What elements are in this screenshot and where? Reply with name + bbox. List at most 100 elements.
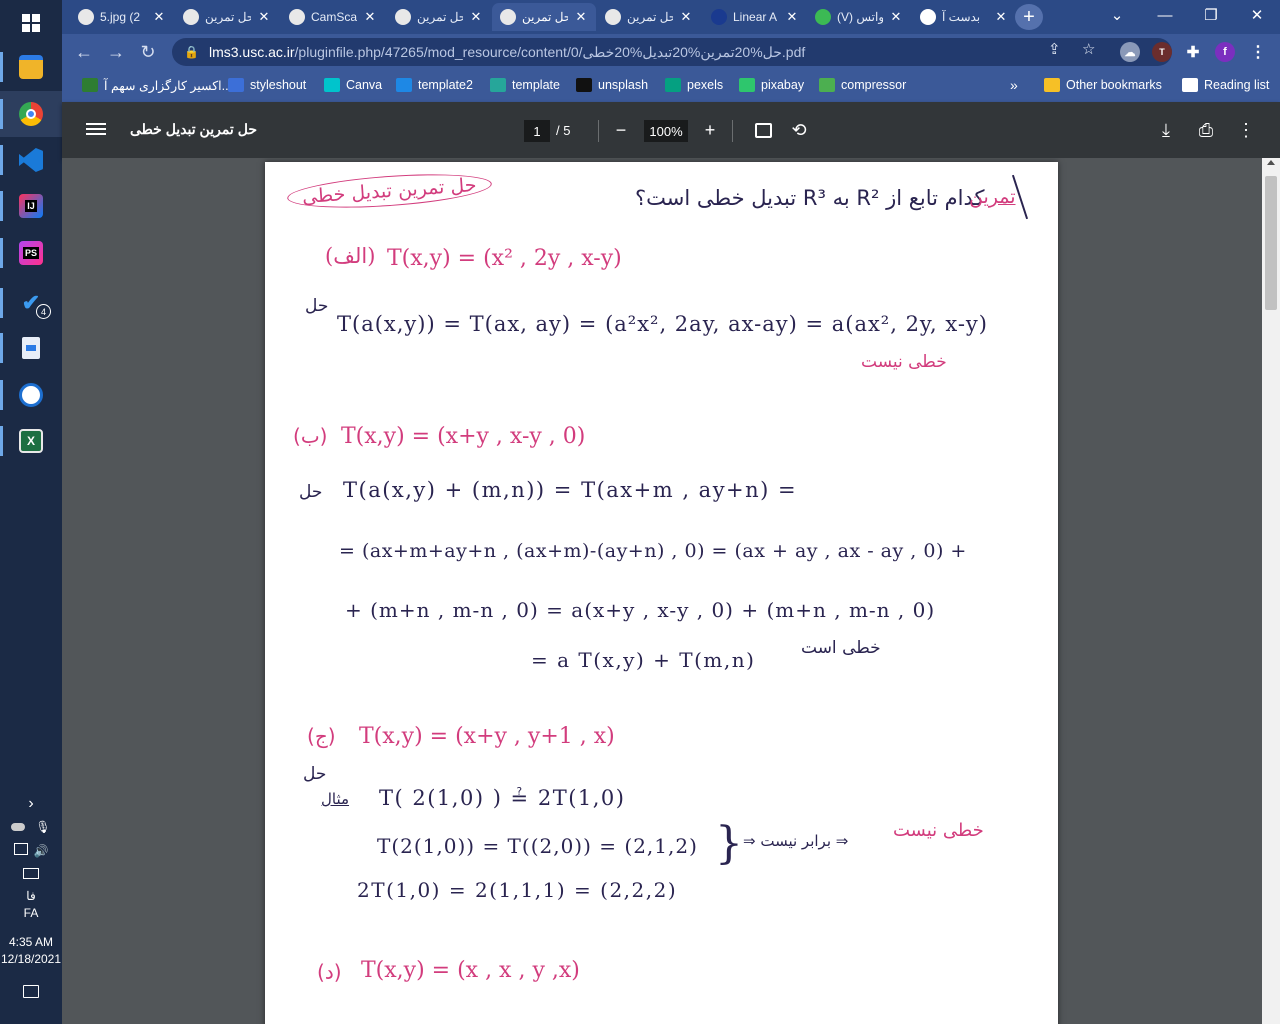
restore-button[interactable]: ❐ (1188, 0, 1234, 30)
tab-title: (V) واتس (837, 10, 883, 24)
browser-tab[interactable]: حل تمرین ✕ (175, 3, 279, 31)
bookmark-favicon-icon (490, 78, 506, 92)
part-c-function: T(x,y) = (x+y , y+1 , x) (359, 724, 615, 749)
chevron-up-icon[interactable]: › (0, 795, 62, 813)
intellij-button[interactable]: IJ (0, 183, 62, 229)
zoom-input[interactable]: 100% (644, 120, 688, 142)
onedrive-icon[interactable] (11, 823, 26, 831)
extensions-puzzle-icon[interactable]: ✚ (1183, 42, 1203, 62)
file-explorer-button[interactable] (0, 44, 62, 90)
tab-close-icon[interactable]: ✕ (469, 9, 483, 25)
tab-favicon-icon (500, 9, 516, 25)
screen-icon[interactable] (13, 843, 28, 855)
clock-time[interactable]: 4:35 AM (0, 935, 62, 949)
minimize-button[interactable]: — (1142, 0, 1188, 30)
bookmark-item[interactable]: Other bookmarks (1044, 76, 1162, 94)
tab-close-icon[interactable]: ✕ (994, 9, 1008, 25)
vscode-button[interactable] (0, 137, 62, 183)
print-icon[interactable]: ⎙ (1194, 118, 1218, 142)
network-icon[interactable] (0, 868, 62, 882)
browser-tab[interactable]: 5.jpg (2 ✕ (70, 3, 174, 31)
extension-cloud-icon[interactable]: ☁ (1120, 42, 1140, 62)
page-number-input[interactable]: 1 (524, 120, 550, 142)
part-d-function: T(x,y) = (x , x , y ,x) (361, 958, 580, 983)
reload-button[interactable]: ↻ (134, 38, 162, 66)
rotate-icon[interactable]: ⟲ (787, 118, 811, 142)
address-bar[interactable]: 🔒 lms3.usc.ac.ir/pluginfile.php/47265/mo… (172, 38, 1172, 66)
bookmark-item[interactable]: Reading list (1182, 76, 1269, 94)
bookmarks-overflow-icon[interactable]: » (1010, 76, 1018, 94)
extension-translate-icon[interactable]: T (1152, 42, 1172, 62)
pdf-toolbar: حل تمرین تبدیل خطی 1 / 5 − 100% + ⟲ ⤓ ⎙ … (62, 102, 1280, 158)
back-button[interactable]: ← (70, 38, 98, 66)
start-button[interactable] (0, 0, 62, 46)
tab-favicon-icon (711, 9, 727, 25)
matlab-icon (19, 383, 43, 407)
tab-close-icon[interactable]: ✕ (574, 9, 588, 25)
browser-tab[interactable]: حل تمرین ✕ (387, 3, 491, 31)
bookmark-item[interactable]: اکسیر کارگزاری سهم آ... (82, 76, 232, 94)
language-indicator-fa[interactable]: فا (0, 889, 62, 903)
browser-tab[interactable]: حل تمرین ✕ (492, 3, 596, 31)
more-actions-icon[interactable]: ⋮ (1234, 118, 1258, 142)
browser-tab[interactable]: حل تمرین ✕ (597, 3, 701, 31)
tray-icons-row1[interactable]: 🎙 (0, 820, 62, 834)
notepad-button[interactable] (0, 325, 62, 371)
chrome-menu-icon[interactable]: ⋮ (1248, 42, 1268, 62)
microphone-icon[interactable]: 🎙 (35, 820, 50, 834)
browser-tab[interactable]: Linear A ✕ (703, 3, 807, 31)
close-window-button[interactable]: ✕ (1234, 0, 1280, 30)
zoom-out-button[interactable]: − (609, 118, 633, 142)
phpstorm-icon: PS (19, 241, 43, 265)
tab-close-icon[interactable]: ✕ (257, 9, 271, 25)
bookmark-item[interactable]: template2 (396, 76, 473, 94)
scrollbar-thumb[interactable] (1265, 176, 1277, 310)
download-icon[interactable]: ⤓ (1154, 118, 1178, 142)
browser-tab[interactable]: CamSca ✕ (281, 3, 385, 31)
bookmark-item[interactable]: compressor (819, 76, 906, 94)
bookmark-item[interactable]: unsplash (576, 76, 648, 94)
browser-tab[interactable]: (V) واتس ✕ (807, 3, 911, 31)
sidebar-menu-icon[interactable] (86, 120, 106, 140)
clock-date[interactable]: 12/18/2021 (0, 952, 62, 966)
tray-icons-row2[interactable]: 🔊 (0, 843, 62, 858)
bookmark-item[interactable]: pexels (665, 76, 723, 94)
bookmark-item[interactable]: styleshout (228, 76, 306, 94)
tab-search-icon[interactable]: ⌄ (1094, 0, 1140, 30)
todo-button[interactable]: ✔ 4 (0, 280, 62, 326)
lock-icon[interactable]: 🔒 (184, 45, 199, 59)
bookmark-item[interactable]: pixabay (739, 76, 804, 94)
scroll-up-icon[interactable] (1267, 160, 1275, 165)
browser-tab[interactable]: بدست آ ✕ (912, 3, 1016, 31)
language-indicator[interactable]: FA (0, 906, 62, 920)
pdf-viewer[interactable]: حل تمرین تبدیل خطی کدام تابع از R² به R³… (62, 158, 1280, 1024)
share-icon[interactable]: ⇪ (1048, 40, 1061, 58)
matlab-button[interactable] (0, 372, 62, 418)
chrome-button[interactable] (0, 91, 62, 137)
tab-close-icon[interactable]: ✕ (889, 9, 903, 25)
bookmark-favicon-icon (739, 78, 755, 92)
phpstorm-button[interactable]: PS (0, 230, 62, 276)
volume-icon[interactable]: 🔊 (34, 844, 49, 858)
forward-button[interactable]: → (102, 38, 130, 66)
zoom-in-button[interactable]: + (698, 118, 722, 142)
tab-close-icon[interactable]: ✕ (785, 9, 799, 25)
file-explorer-icon (19, 55, 43, 79)
profile-avatar[interactable]: f (1215, 42, 1235, 62)
tab-title: Linear A (733, 10, 778, 24)
start-icon (22, 14, 40, 32)
excel-button[interactable]: X (0, 418, 62, 464)
bookmark-item[interactable]: template (490, 76, 560, 94)
fit-to-page-icon[interactable] (751, 118, 775, 142)
new-tab-button[interactable]: + (1015, 4, 1043, 30)
bookmark-label: اکسیر کارگزاری سهم آ... (104, 78, 233, 93)
bookmark-star-icon[interactable]: ☆ (1082, 40, 1095, 58)
vertical-scrollbar[interactable] (1262, 158, 1280, 1024)
bookmark-item[interactable]: Canva (324, 76, 382, 94)
tab-close-icon[interactable]: ✕ (152, 9, 166, 25)
notification-icon[interactable] (0, 985, 62, 1001)
part-d-label: (د) (317, 960, 342, 984)
tab-favicon-icon (395, 9, 411, 25)
tab-close-icon[interactable]: ✕ (679, 9, 693, 25)
tab-close-icon[interactable]: ✕ (363, 9, 377, 25)
